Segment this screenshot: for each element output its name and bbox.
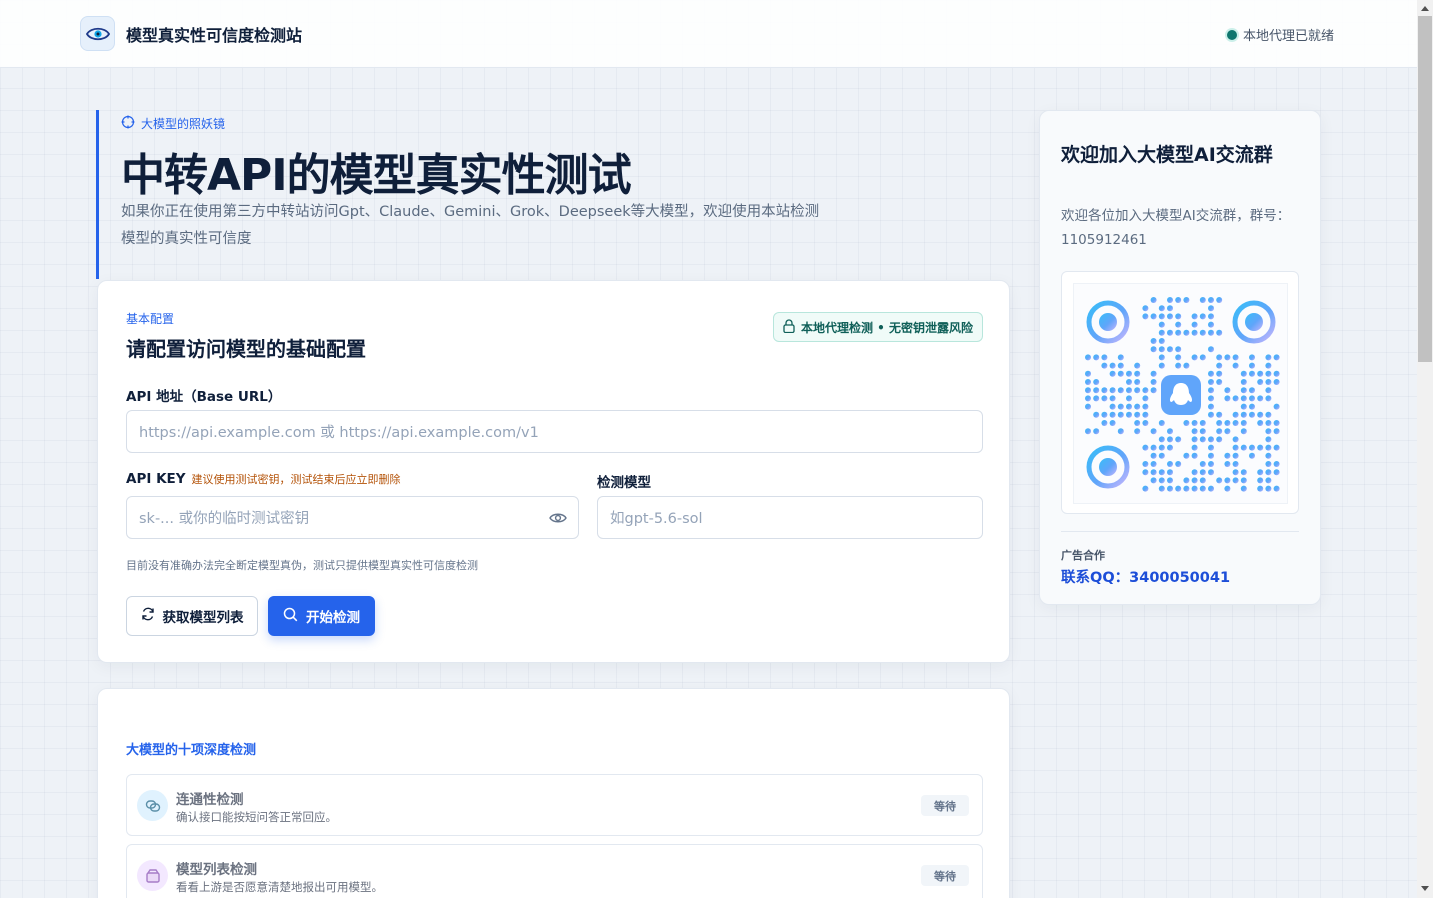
start-check-button[interactable]: 开始检测 (268, 596, 375, 636)
model-label: 检测模型 (597, 475, 651, 491)
api-key-label: API KEY (126, 471, 186, 487)
community-description: 欢迎各位加入大模型AI交流群，群号：1105912461 (1061, 208, 1291, 248)
config-title: 请配置访问模型的基础配置 (126, 337, 366, 361)
model-input[interactable]: 如gpt-5.6-sol (597, 496, 983, 539)
api-key-input[interactable]: sk-... 或你的临时测试密钥 (126, 496, 579, 539)
hero-eyebrow: 大模型的照妖镜 (121, 115, 225, 132)
crosshair-icon (121, 115, 135, 132)
list-box-icon (137, 860, 168, 891)
qr-code-icon (1073, 283, 1288, 504)
secure-badge: 本地代理检测 • 无密钥泄露风险 (773, 312, 983, 342)
search-icon (283, 607, 298, 626)
config-eyebrow: 基本配置 (126, 312, 175, 326)
check-description: 确认接口能按短问答正常回应。 (176, 810, 337, 824)
divider (1061, 531, 1299, 532)
hero-accent-bar (96, 110, 99, 279)
community-card: 欢迎加入大模型AI交流群 欢迎各位加入大模型AI交流群，群号：110591246… (1039, 110, 1321, 605)
checks-title: 大模型的十项深度检测 (126, 743, 257, 758)
page-scrollbar[interactable] (1417, 0, 1433, 898)
check-description: 看看上游是否愿意清楚地报出可用模型。 (176, 880, 383, 894)
base-url-placeholder: https://api.example.com 或 https://api.ex… (139, 425, 539, 441)
start-check-label: 开始检测 (306, 610, 360, 626)
link-icon (137, 790, 168, 821)
check-name: 模型列表检测 (176, 862, 257, 878)
fetch-models-button[interactable]: 获取模型列表 (126, 596, 258, 636)
eye-logo-icon[interactable] (80, 16, 115, 51)
check-item-model-list[interactable]: 模型列表检测 看看上游是否愿意清楚地报出可用模型。 等待 (126, 844, 983, 898)
status-dot-icon (1227, 29, 1237, 40)
check-name: 连通性检测 (176, 792, 244, 808)
scroll-down-icon[interactable] (1421, 886, 1429, 891)
api-key-label-row: API KEY 建议使用测试密钥，测试结束后应立即删除 (126, 471, 401, 487)
hero-description: 如果你正在使用第三方中转站访问Gpt、Claude、Gemini、Grok、De… (121, 204, 820, 247)
qr-code-frame (1061, 271, 1299, 514)
base-url-input[interactable]: https://api.example.com 或 https://api.ex… (126, 410, 983, 453)
community-title: 欢迎加入大模型AI交流群 (1061, 144, 1273, 166)
config-card: 基本配置 请配置访问模型的基础配置 本地代理检测 • 无密钥泄露风险 API 地… (97, 280, 1010, 663)
scroll-up-icon[interactable] (1421, 6, 1429, 11)
top-bar: 模型真实性可信度检测站 本地代理已就绪 (0, 0, 1417, 68)
proxy-status-text: 本地代理已就绪 (1243, 29, 1335, 44)
accuracy-hint: 目前没有准确办法完全断定模型真伪，测试只提供模型真实性可信度检测 (126, 559, 478, 572)
api-key-note: 建议使用测试密钥，测试结束后应立即删除 (191, 473, 401, 486)
check-item-connectivity[interactable]: 连通性检测 确认接口能按短问答正常回应。 等待 (126, 774, 983, 836)
secure-badge-text: 本地代理检测 • 无密钥泄露风险 (800, 320, 974, 335)
fetch-models-label: 获取模型列表 (162, 610, 244, 626)
model-placeholder: 如gpt-5.6-sol (610, 511, 703, 527)
status-badge: 等待 (921, 865, 969, 886)
status-badge: 等待 (921, 795, 969, 816)
scroll-thumb[interactable] (1418, 16, 1432, 362)
ad-label: 广告合作 (1061, 549, 1105, 562)
proxy-status: 本地代理已就绪 (1227, 25, 1334, 44)
hero-eyebrow-text: 大模型的照妖镜 (141, 117, 226, 131)
page-title: 中转API的模型真实性测试 (121, 150, 632, 201)
refresh-icon (141, 607, 155, 625)
site-title[interactable]: 模型真实性可信度检测站 (126, 22, 302, 46)
eye-toggle-icon[interactable] (548, 509, 568, 527)
checks-card: 大模型的十项深度检测 连通性检测 确认接口能按短问答正常回应。 等待 模型列表检… (97, 688, 1010, 898)
lock-icon (783, 318, 795, 336)
base-url-label: API 地址（Base URL） (126, 389, 282, 405)
ad-contact[interactable]: 联系QQ：3400050041 (1061, 566, 1230, 587)
api-key-placeholder: sk-... 或你的临时测试密钥 (139, 511, 310, 527)
